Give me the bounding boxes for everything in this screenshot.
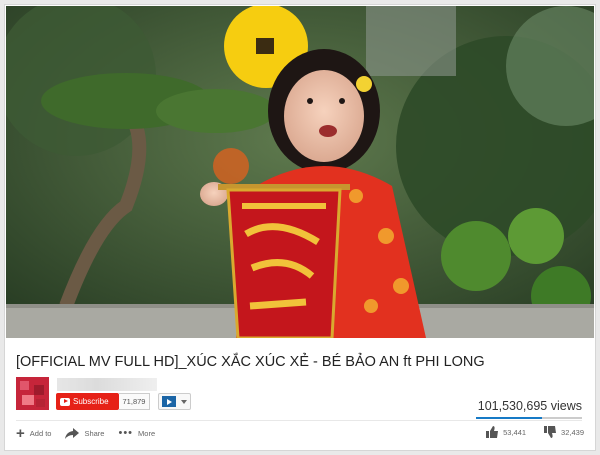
more-button[interactable]: ••• More [118, 428, 155, 439]
more-dots-icon: ••• [118, 427, 134, 439]
video-title: [OFFICIAL MV FULL HD]_XÚC XẮC XÚC XẺ - B… [16, 354, 485, 370]
thumbs-up-icon[interactable] [486, 426, 499, 438]
channel-name-blurred[interactable] [57, 378, 157, 391]
subscribe-label: Subscribe [73, 397, 109, 406]
caret-down-icon [181, 399, 187, 404]
subscriber-count: 71,879 [119, 393, 150, 410]
youtube-logo-icon [60, 397, 70, 406]
divider [16, 420, 582, 421]
dislike-count: 32,439 [561, 427, 584, 437]
add-to-label: Add to [29, 429, 52, 438]
like-ratio-fill [476, 417, 542, 419]
share-label: Share [84, 429, 105, 438]
plus-icon: + [16, 425, 25, 442]
add-to-button[interactable]: + Add to [16, 426, 51, 441]
channel-extra-dropdown[interactable] [158, 393, 191, 410]
channel-avatar[interactable] [16, 377, 49, 410]
view-count: 101,530,695 views [477, 399, 582, 413]
rating-area: 53,441 32,439 [486, 426, 584, 438]
more-label: More [138, 429, 156, 438]
video-player[interactable] [6, 6, 594, 338]
action-bar: + Add to Share ••• More [16, 426, 155, 441]
like-count: 53,441 [503, 427, 527, 437]
share-arrow-icon [65, 428, 80, 439]
video-info-panel: [OFFICIAL MV FULL HD]_XÚC XẮC XÚC XẺ - B… [6, 338, 594, 449]
play-badge-icon [162, 396, 176, 407]
subscribe-button[interactable]: Subscribe [56, 393, 119, 410]
like-ratio-bar [476, 417, 582, 419]
share-button[interactable]: Share [65, 428, 104, 439]
thumbs-down-icon[interactable] [544, 426, 557, 438]
video-frame-image [6, 6, 594, 338]
